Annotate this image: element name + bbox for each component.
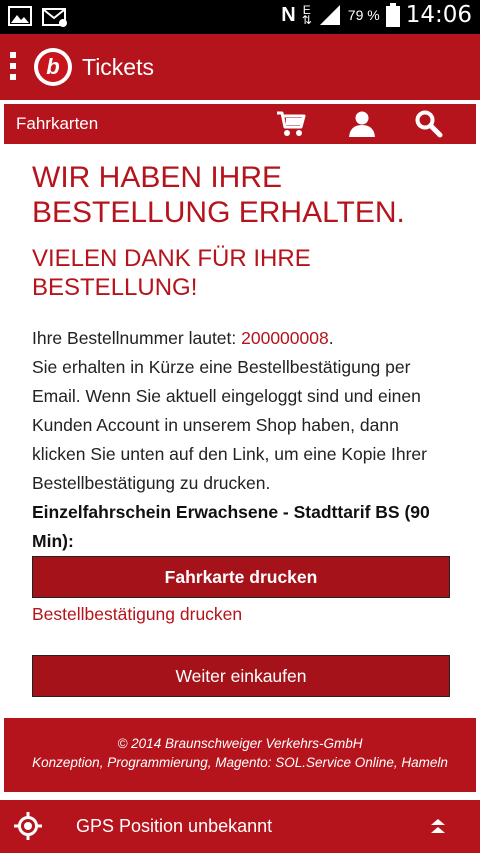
battery-percent: 79 % xyxy=(347,7,380,23)
app-logo[interactable]: b xyxy=(34,48,72,86)
print-ticket-button[interactable]: Fahrkarte drucken xyxy=(32,556,450,598)
page-title: WIR HABEN IHRE BESTELLUNG ERHALTEN. xyxy=(32,161,405,229)
gps-target-icon xyxy=(14,812,42,840)
thank-you-heading: VIELEN DANK FÜR IHRE BESTELLUNG! xyxy=(32,245,311,301)
gallery-notification-icon xyxy=(8,6,32,26)
nfc-icon: N xyxy=(281,3,296,26)
logo-letter: b xyxy=(38,52,68,82)
app-title: Tickets xyxy=(82,54,154,80)
expand-up-icon[interactable] xyxy=(428,816,448,836)
account-icon[interactable] xyxy=(347,110,377,138)
gps-bar[interactable]: GPS Position unbekannt xyxy=(0,800,480,853)
order-success-content: WIR HABEN IHRE BESTELLUNG ERHALTEN. VIEL… xyxy=(32,160,452,697)
menu-icon[interactable] xyxy=(10,52,16,85)
order-number-line: Ihre Bestellnummer lautet: 200000008. xyxy=(32,328,334,348)
app-header: b Tickets xyxy=(0,34,480,100)
battery-icon xyxy=(385,3,400,27)
data-transfer-icon: E ⇅ xyxy=(301,3,312,27)
footer-copyright: © 2014 Braunschweiger Verkehrs-GmbH xyxy=(117,736,363,751)
nav-fahrkarten[interactable]: Fahrkarten xyxy=(16,114,98,134)
print-confirmation-link[interactable]: Bestellbestätigung drucken xyxy=(32,604,452,625)
clock: 14:06 xyxy=(405,2,472,28)
gps-status: GPS Position unbekannt xyxy=(76,816,273,836)
product-name: Einzelfahrschein Erwachsene - Stadttarif… xyxy=(32,502,430,551)
confirmation-info-text: Sie erhalten in Kürze eine Bestellbestät… xyxy=(32,357,427,493)
sub-navigation: Fahrkarten xyxy=(4,104,476,144)
footer: © 2014 Braunschweiger Verkehrs-GmbH Konz… xyxy=(4,718,476,792)
signal-icon xyxy=(319,5,340,25)
footer-credits: Konzeption, Programmierung, Magento: SOL… xyxy=(32,755,448,770)
search-icon[interactable] xyxy=(414,110,444,138)
order-info: Ihre Bestellnummer lautet: 200000008. Si… xyxy=(32,324,452,556)
order-number-link[interactable]: 200000008 xyxy=(241,328,329,348)
continue-shopping-button[interactable]: Weiter einkaufen xyxy=(32,655,450,697)
email-notification-icon xyxy=(42,8,67,27)
status-bar: N E ⇅ 79 % 14:06 xyxy=(0,0,480,34)
cart-icon[interactable] xyxy=(276,110,306,138)
